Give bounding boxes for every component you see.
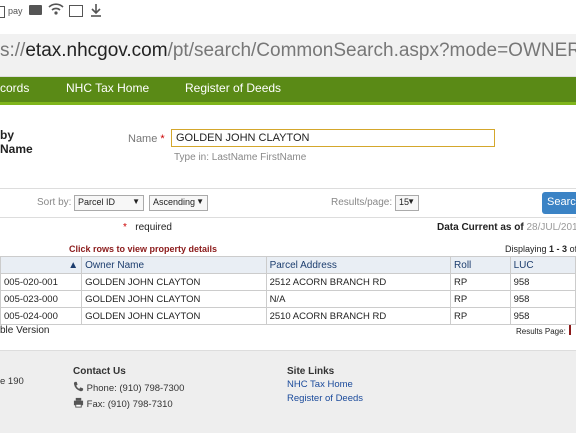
wifi-icon [48, 1, 64, 15]
column-header-owner-name[interactable]: Owner Name [81, 256, 267, 274]
footer: e 190 Contact Us Phone: (910) 798-7300 F… [0, 350, 576, 433]
url-path: /pt/search/CommonSearch.aspx?mode=OWNER [167, 40, 576, 61]
footer-fax: Fax: (910) 798-7310 [73, 397, 173, 410]
footer-link-nhc-tax-home[interactable]: NHC Tax Home [287, 379, 353, 390]
search-button[interactable]: Search [542, 192, 576, 214]
notification-icon [0, 6, 5, 18]
column-header-parcel-id[interactable]: ▲ [0, 256, 83, 274]
sort-by-label: Sort by: [37, 197, 72, 208]
divider [0, 188, 576, 189]
nav-item-nhc-tax-home[interactable]: NHC Tax Home [66, 81, 149, 95]
fax-icon [73, 397, 84, 408]
site-links-heading: Site Links [287, 366, 335, 377]
divider [0, 217, 576, 218]
nav-item-records[interactable]: cords [0, 81, 29, 95]
data-current-label: Data Current as of 28/JUL/201 [437, 222, 576, 233]
cell-luc: 958 [509, 307, 576, 325]
cell-roll: RP [450, 273, 511, 291]
search-type-label-2: Name [0, 142, 33, 156]
pay-icon: pay [8, 6, 23, 16]
column-header-luc[interactable]: LUC [509, 256, 576, 274]
url-prefix: s:// [0, 40, 26, 61]
results-table: ▲ Owner Name Parcel Address Roll LUC 005… [0, 256, 576, 325]
top-nav: cords NHC Tax Home Register of Deeds [0, 77, 576, 105]
cell-parcel-id: 005-024-000 [0, 307, 83, 325]
mail-icon [29, 5, 42, 15]
name-field-label: Name * [128, 133, 165, 145]
sort-field-select[interactable]: Parcel ID ▼ [74, 195, 144, 211]
cell-parcel-id: 005-020-001 [0, 273, 83, 291]
column-header-parcel-address[interactable]: Parcel Address [265, 256, 452, 274]
required-note: * required [123, 222, 172, 233]
footer-link-register-of-deeds[interactable]: Register of Deeds [287, 393, 363, 404]
cell-parcel-address: 2510 ACORN BRANCH RD [265, 307, 452, 325]
image-icon [69, 5, 83, 17]
results-per-page-select[interactable]: 15 ▼ [395, 195, 419, 211]
cell-roll: RP [450, 290, 511, 308]
name-hint: Type in: LastName FirstName [174, 152, 307, 163]
results-page-indicator[interactable] [569, 325, 576, 335]
phone-icon [73, 381, 84, 392]
cell-parcel-address: N/A [265, 290, 452, 308]
printable-version-link[interactable]: ble Version [0, 325, 49, 336]
nav-item-register-of-deeds[interactable]: Register of Deeds [185, 81, 281, 95]
results-per-page-label: Results/page: [331, 197, 393, 208]
download-icon [90, 3, 102, 17]
cell-parcel-id: 005-023-000 [0, 290, 83, 308]
contact-heading: Contact Us [73, 366, 126, 377]
cell-luc: 958 [509, 290, 576, 308]
data-current-date: 28/JUL/201 [526, 222, 576, 233]
status-bar: pay [0, 0, 576, 26]
cell-owner-name: GOLDEN JOHN CLAYTON [81, 273, 267, 291]
cell-luc: 958 [509, 273, 576, 291]
results-page-label: Results Page: [516, 327, 566, 336]
required-star: * [160, 133, 165, 145]
cell-parcel-address: 2512 ACORN BRANCH RD [265, 273, 452, 291]
cell-owner-name: GOLDEN JOHN CLAYTON [81, 307, 267, 325]
chevron-down-icon: ▼ [132, 197, 140, 206]
cell-owner-name: GOLDEN JOHN CLAYTON [81, 290, 267, 308]
cell-roll: RP [450, 307, 511, 325]
table-row[interactable]: 005-020-001 GOLDEN JOHN CLAYTON 2512 ACO… [0, 273, 576, 291]
sort-order-select[interactable]: Ascending ▼ [149, 195, 208, 211]
table-header-row: ▲ Owner Name Parcel Address Roll LUC [0, 256, 576, 274]
search-type-label-1: by [0, 128, 15, 142]
chevron-down-icon: ▼ [196, 197, 204, 206]
table-row[interactable]: 005-024-000 GOLDEN JOHN CLAYTON 2510 ACO… [0, 307, 576, 325]
displaying-count: Displaying 1 - 3 of [505, 244, 576, 254]
footer-phone: Phone: (910) 798-7300 [73, 381, 184, 394]
footer-address: e 190 [0, 376, 24, 387]
url-host: etax.nhcgov.com [25, 40, 168, 61]
url-text[interactable]: s://etax.nhcgov.com/pt/search/CommonSear… [0, 40, 576, 62]
table-row[interactable]: 005-023-000 GOLDEN JOHN CLAYTON N/A RP 9… [0, 290, 576, 308]
click-rows-hint: Click rows to view property details [69, 244, 218, 254]
address-bar[interactable]: s://etax.nhcgov.com/pt/search/CommonSear… [0, 34, 576, 77]
chevron-down-icon: ▼ [407, 197, 415, 206]
column-header-roll[interactable]: Roll [450, 256, 511, 274]
name-input[interactable]: GOLDEN JOHN CLAYTON [171, 129, 495, 147]
